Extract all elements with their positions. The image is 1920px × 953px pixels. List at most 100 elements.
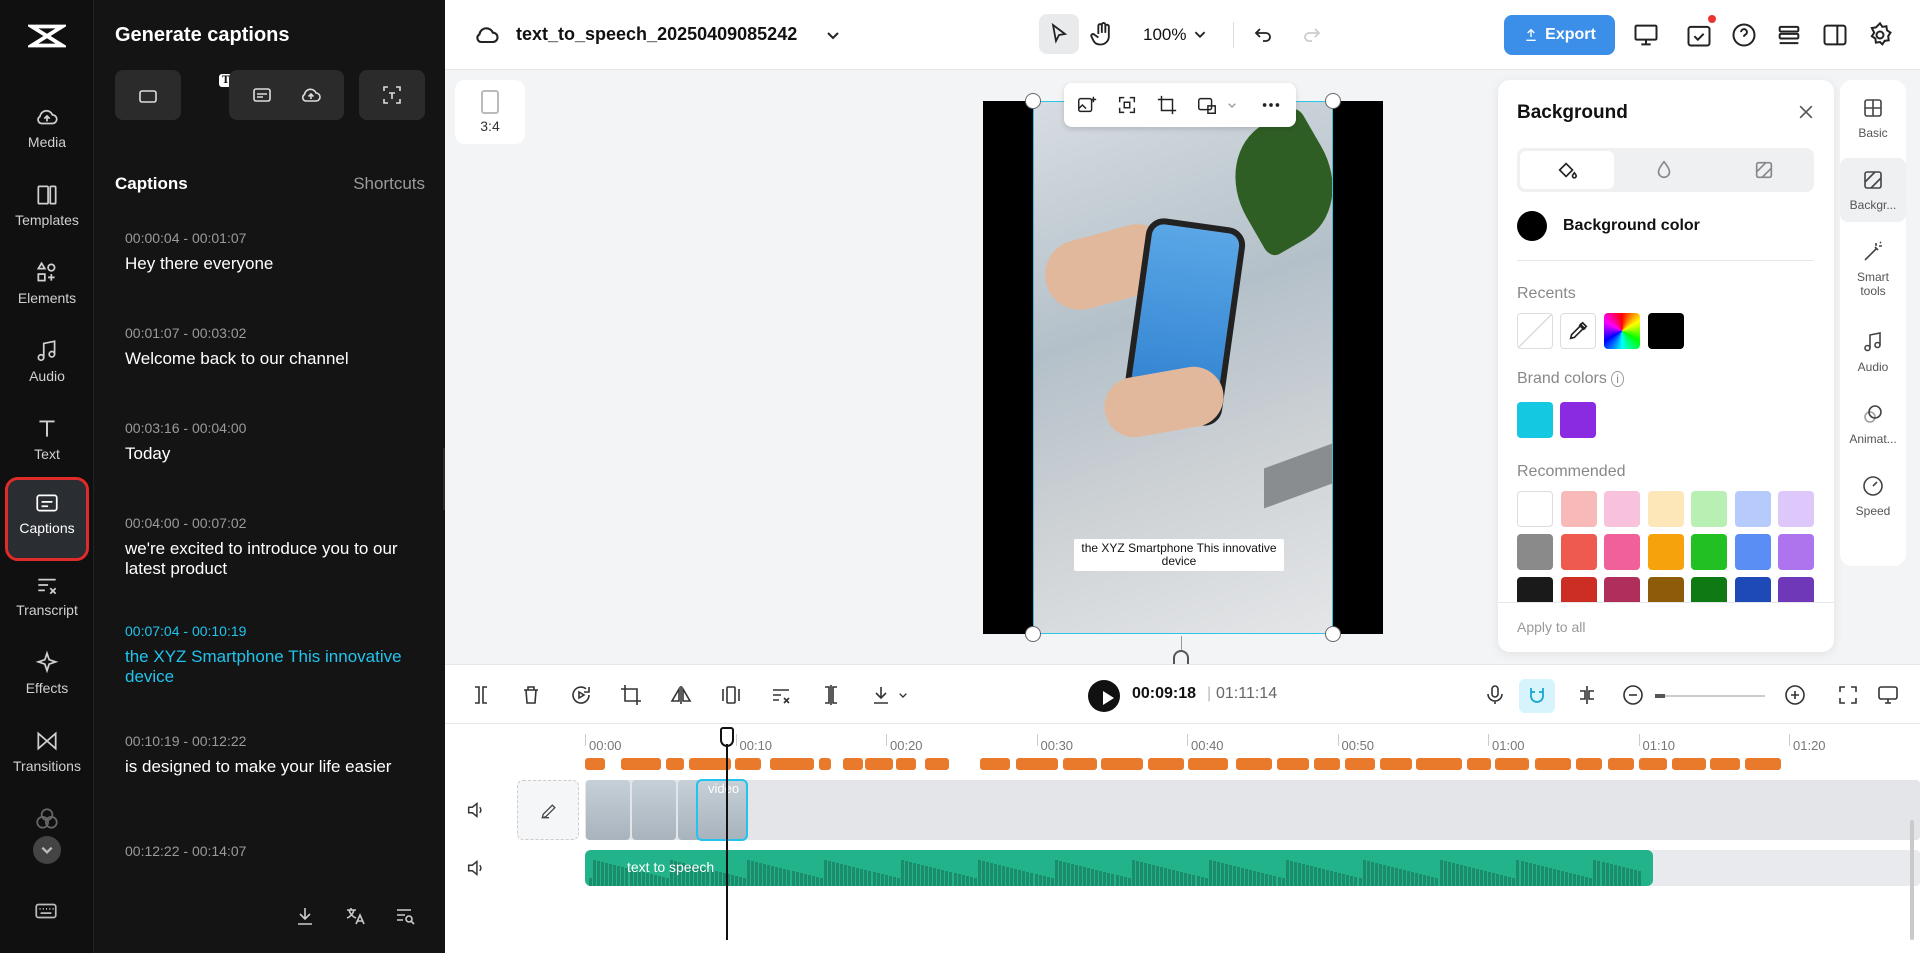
loop-icon[interactable] — [569, 683, 593, 707]
nav-item-effects[interactable]: Effects — [8, 640, 86, 714]
export-button[interactable]: Export — [1504, 15, 1615, 55]
microphone-icon[interactable] — [1483, 683, 1507, 707]
present-icon[interactable] — [1632, 21, 1660, 49]
mirror-icon[interactable] — [719, 683, 743, 707]
speaker-icon[interactable] — [465, 857, 487, 879]
timeline-scrollbar[interactable] — [1910, 820, 1914, 940]
project-name[interactable]: text_to_speech_20250409085242 — [516, 24, 797, 45]
nav-item-media[interactable]: Media — [8, 94, 86, 168]
recommended-color-swatch[interactable] — [1517, 534, 1553, 570]
calendar-check-icon[interactable] — [1685, 21, 1713, 49]
settings-icon[interactable] — [1866, 21, 1894, 49]
caption-item[interactable]: 00:12:22 - 00:14:07 — [125, 843, 415, 859]
scan-captions-button[interactable] — [359, 70, 425, 120]
resize-handle[interactable] — [1325, 626, 1341, 642]
caption-clip[interactable] — [1576, 758, 1602, 770]
caption-clip[interactable] — [1710, 758, 1740, 770]
caption-clip[interactable] — [843, 758, 863, 770]
redo-icon[interactable] — [1300, 22, 1324, 46]
rail-item-animation[interactable]: Animat... — [1840, 402, 1906, 446]
nav-item-transitions[interactable]: Transitions — [8, 718, 86, 792]
caption-clip[interactable] — [819, 758, 831, 770]
delete-icon[interactable] — [519, 683, 543, 707]
eyedropper-button[interactable] — [1560, 313, 1596, 349]
nav-item-captions[interactable]: Captions — [5, 477, 89, 561]
brand-color-swatch[interactable] — [1517, 402, 1553, 438]
recommended-color-swatch[interactable] — [1604, 577, 1640, 603]
caption-clip[interactable] — [980, 758, 1010, 770]
caption-clip[interactable] — [1236, 758, 1272, 770]
rail-item-speed[interactable]: Speed — [1840, 474, 1906, 518]
auto-captions-button[interactable] — [115, 70, 181, 120]
keyboard-icon[interactable] — [33, 898, 61, 926]
caption-clip[interactable] — [1467, 758, 1491, 770]
rail-item-audio[interactable]: Audio — [1840, 330, 1906, 374]
recent-color-swatch[interactable] — [1648, 313, 1684, 349]
crop-icon[interactable] — [619, 683, 643, 707]
caption-clip[interactable] — [585, 758, 605, 770]
recommended-color-swatch[interactable] — [1734, 491, 1771, 527]
caption-item[interactable]: 00:04:00 - 00:07:02 we're excited to int… — [125, 515, 415, 579]
flip-icon[interactable] — [669, 683, 693, 707]
nav-item-transcript[interactable]: Transcript — [8, 562, 86, 636]
chevron-down-icon[interactable] — [821, 23, 845, 47]
resize-handle[interactable] — [1025, 626, 1041, 642]
caption-clip[interactable] — [1063, 758, 1097, 770]
rail-item-smart-tools[interactable]: Smart tools — [1840, 240, 1906, 298]
video-preview[interactable]: the XYZ Smartphone This innovative devic… — [1033, 101, 1333, 634]
search-list-icon[interactable] — [393, 904, 417, 928]
caption-clip[interactable] — [865, 758, 893, 770]
video-track[interactable] — [585, 780, 1920, 840]
recommended-color-swatch[interactable] — [1778, 534, 1814, 570]
playhead[interactable] — [726, 744, 728, 940]
replace-image-icon[interactable] — [1196, 94, 1218, 116]
caption-clip[interactable] — [1188, 758, 1228, 770]
nav-item-templates[interactable]: Templates — [8, 172, 86, 246]
caption-clip[interactable] — [689, 758, 731, 770]
remove-background-icon[interactable] — [769, 683, 793, 707]
upload-captions-button[interactable] — [278, 70, 344, 120]
recommended-color-swatch[interactable] — [1734, 577, 1771, 603]
caption-clip[interactable] — [925, 758, 949, 770]
nav-item-elements[interactable]: Elements — [8, 250, 86, 324]
resize-handle[interactable] — [1325, 93, 1341, 109]
more-icon[interactable] — [1260, 94, 1282, 116]
apply-to-all-button[interactable]: Apply to all — [1517, 619, 1585, 635]
recommended-color-swatch[interactable] — [1604, 534, 1640, 570]
caption-clip[interactable] — [1101, 758, 1143, 770]
rail-item-background[interactable]: Backgr... — [1840, 158, 1906, 222]
resize-handle[interactable] — [1025, 93, 1041, 109]
chevron-down-icon[interactable] — [895, 683, 911, 707]
recommended-color-swatch[interactable] — [1778, 491, 1814, 527]
rail-item-basic[interactable]: Basic — [1840, 96, 1906, 140]
caption-clip[interactable] — [1380, 758, 1412, 770]
caption-clip[interactable] — [1314, 758, 1340, 770]
nav-expand-button[interactable] — [33, 836, 61, 864]
recommended-color-swatch[interactable] — [1517, 577, 1553, 603]
caption-item[interactable]: 00:10:19 - 00:12:22 is designed to make … — [125, 733, 415, 777]
caption-clip[interactable] — [1148, 758, 1184, 770]
close-icon[interactable] — [1796, 102, 1816, 122]
recommended-color-swatch[interactable] — [1691, 577, 1727, 603]
caption-text[interactable]: Welcome back to our channel — [125, 349, 415, 369]
caption-clip[interactable] — [770, 758, 814, 770]
caption-clip[interactable] — [1495, 758, 1529, 770]
recommended-color-swatch[interactable] — [1517, 491, 1553, 527]
caption-clip[interactable] — [1016, 758, 1058, 770]
download-icon[interactable] — [293, 904, 317, 928]
cover-edit-button[interactable] — [517, 780, 579, 840]
caption-clip[interactable] — [1535, 758, 1571, 770]
auto-snap-button[interactable] — [1519, 679, 1555, 713]
caption-clip[interactable] — [621, 758, 661, 770]
current-color-swatch[interactable] — [1517, 211, 1547, 241]
caption-clip[interactable] — [1345, 758, 1375, 770]
video-clip-thumbnail[interactable] — [632, 780, 676, 840]
shortcuts-link[interactable]: Shortcuts — [353, 174, 425, 194]
timeline[interactable]: 00:00 00:10 00:20 00:30 00:40 00:50 01:00 01:10… — [445, 724, 1920, 953]
recommended-color-swatch[interactable] — [1604, 491, 1640, 527]
caption-clip[interactable] — [1277, 758, 1309, 770]
undo-icon[interactable] — [1251, 22, 1275, 46]
split-layout-icon[interactable] — [1821, 21, 1849, 49]
recommended-color-swatch[interactable] — [1691, 491, 1727, 527]
capcut-logo-icon[interactable] — [25, 18, 69, 54]
